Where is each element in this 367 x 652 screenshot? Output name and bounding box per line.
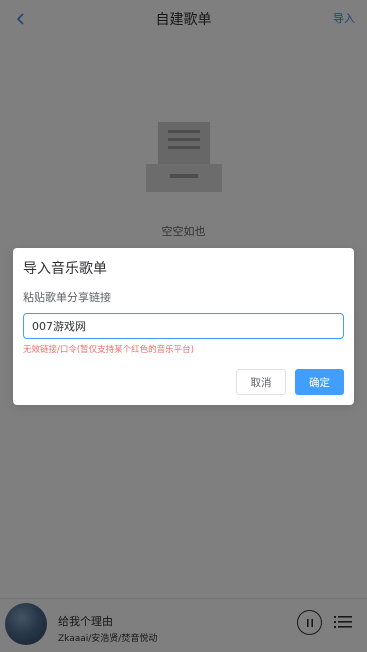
cancel-button[interactable]: 取消 xyxy=(236,369,286,395)
dialog-title: 导入音乐歌单 xyxy=(23,261,107,277)
error-message: 无效链接/口令(暂仅支持某个红色的音乐平台) xyxy=(23,345,194,355)
dialog-label: 粘贴歌单分享链接 xyxy=(23,291,111,304)
confirm-button[interactable]: 确定 xyxy=(295,369,344,395)
playlist-link-input[interactable] xyxy=(23,313,344,339)
import-dialog: 导入音乐歌单 粘贴歌单分享链接 无效链接/口令(暂仅支持某个红色的音乐平台) 取… xyxy=(13,248,354,405)
